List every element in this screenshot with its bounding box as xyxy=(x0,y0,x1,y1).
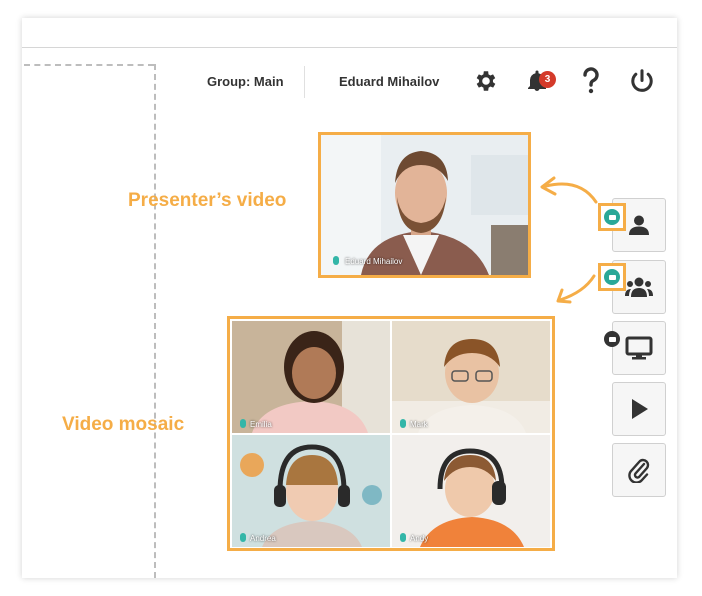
mic-icon xyxy=(400,533,406,542)
participant-name: Andrea xyxy=(250,534,276,543)
mic-icon xyxy=(240,533,246,542)
camera-icon xyxy=(608,336,616,342)
power-button[interactable] xyxy=(627,66,657,96)
mic-icon xyxy=(400,419,406,428)
camera-on-icon xyxy=(604,209,620,225)
power-icon xyxy=(631,69,653,92)
presenter-camera-indicator[interactable] xyxy=(598,203,626,231)
screen-camera-indicator xyxy=(604,331,620,347)
question-icon xyxy=(583,67,599,94)
presenter-name-label: Eduard Mihailov xyxy=(345,257,403,266)
mic-icon xyxy=(333,256,339,265)
paperclip-icon xyxy=(628,458,650,483)
help-button[interactable] xyxy=(576,66,606,96)
mosaic-tile[interactable]: Emilia xyxy=(232,321,390,433)
user-icon xyxy=(629,215,649,235)
header-separator xyxy=(304,66,305,98)
presenter-video[interactable]: Eduard Mihailov xyxy=(318,132,531,278)
attachments-button[interactable] xyxy=(612,443,666,497)
mosaic-tile[interactable]: Mark xyxy=(392,321,550,433)
play-icon xyxy=(632,399,648,419)
mosaic-tile[interactable]: Andy xyxy=(392,435,550,547)
participant-name: Mark xyxy=(410,420,428,429)
user-name: Eduard Mihailov xyxy=(339,74,440,89)
group-label: Group: Main xyxy=(207,74,284,89)
notification-badge: 3 xyxy=(539,71,556,88)
participant-name: Emilia xyxy=(250,420,272,429)
participant-image xyxy=(232,435,390,547)
video-mosaic-annotation: Video mosaic xyxy=(62,414,185,435)
mic-icon xyxy=(240,419,246,428)
video-mosaic[interactable]: Emilia Mark Andrea Andy xyxy=(227,316,555,551)
participant-image xyxy=(392,435,550,547)
monitor-icon xyxy=(625,336,653,360)
participant-image xyxy=(232,321,390,433)
users-icon xyxy=(625,277,653,297)
camera-on-icon xyxy=(604,269,620,285)
screen-share-button[interactable] xyxy=(612,321,666,375)
presenter-video-annotation: Presenter’s video xyxy=(128,190,287,211)
gear-icon xyxy=(476,71,496,91)
group-camera-indicator[interactable] xyxy=(598,263,626,291)
participant-image xyxy=(392,321,550,433)
participant-name: Andy xyxy=(410,534,429,543)
presenter-image xyxy=(321,135,528,275)
media-play-button[interactable] xyxy=(612,382,666,436)
gear-button[interactable] xyxy=(471,66,501,96)
top-divider xyxy=(22,47,677,48)
dashed-panel-border xyxy=(154,64,156,578)
mosaic-tile[interactable]: Andrea xyxy=(232,435,390,547)
dashed-panel-top xyxy=(24,64,154,66)
